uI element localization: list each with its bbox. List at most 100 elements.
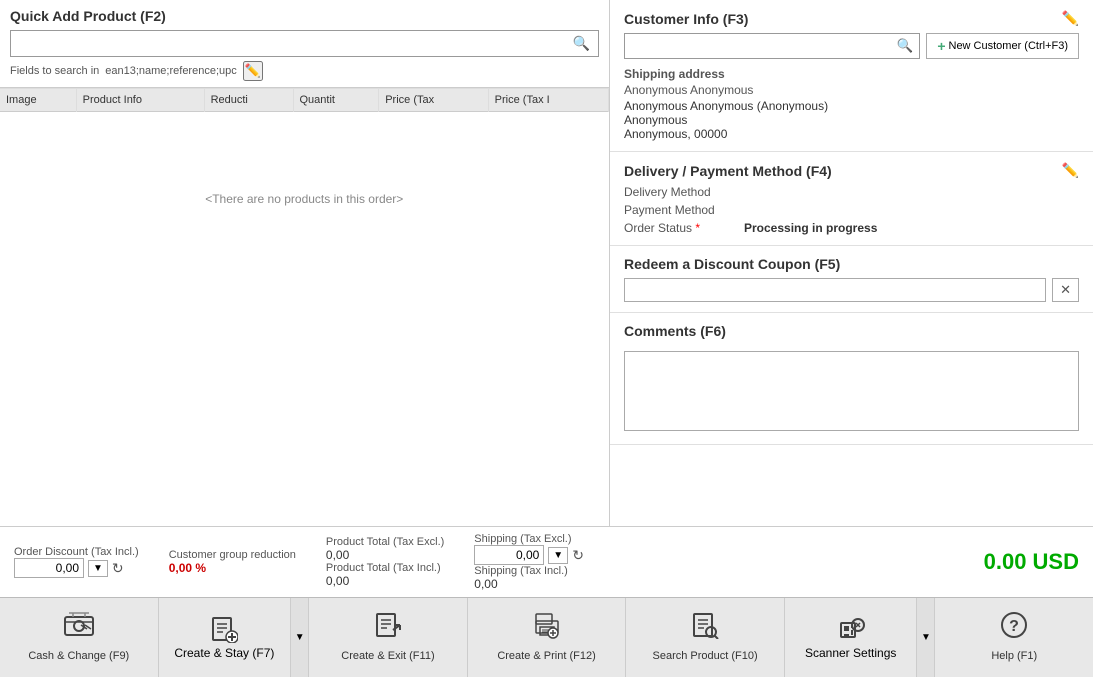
address-line1: Anonymous Anonymous (Anonymous) <box>624 99 1079 113</box>
new-customer-label: New Customer (Ctrl+F3) <box>949 40 1069 52</box>
shipping-excl-unit-btn[interactable]: ▼ <box>548 547 568 564</box>
scanner-settings-icon <box>837 615 865 646</box>
delivery-method-row: Delivery Method <box>624 185 1079 199</box>
create-print-label: Create & Print (F12) <box>497 650 595 663</box>
product-total-excl-value: 0,00 <box>326 548 444 562</box>
comments-title: Comments (F6) <box>624 323 726 339</box>
create-exit-icon <box>374 611 402 646</box>
empty-row: <There are no products in this order> <box>0 112 609 287</box>
col-reduction: Reducti <box>204 89 293 112</box>
fields-row: Fields to search in ean13;name;reference… <box>10 61 599 81</box>
totals-bar: Order Discount (Tax Incl.) ▼ ↻ Customer … <box>0 526 1093 597</box>
empty-message: <There are no products in this order> <box>0 112 609 287</box>
delivery-edit-button[interactable]: ✏️ <box>1062 162 1079 179</box>
product-search-row: 🔍 <box>10 30 599 57</box>
customer-section: Customer Info (F3) ✏️ 🔍 + New Customer (… <box>610 0 1093 152</box>
right-panel: Customer Info (F3) ✏️ 🔍 + New Customer (… <box>610 0 1093 526</box>
address-line2: Anonymous <box>624 113 1079 127</box>
create-print-icon <box>533 611 561 646</box>
order-discount-item: Order Discount (Tax Incl.) ▼ ↻ <box>14 546 139 578</box>
discount-clear-button[interactable]: ✕ <box>1052 278 1079 302</box>
customer-search-input[interactable] <box>625 34 891 58</box>
order-discount-refresh-btn[interactable]: ↻ <box>112 560 124 577</box>
customer-group-value: 0,00 % <box>169 561 296 575</box>
discount-section: Redeem a Discount Coupon (F5) ✕ <box>610 246 1093 313</box>
scanner-settings-split-btn: Scanner Settings ▼ <box>785 598 936 677</box>
order-status-label: Order Status * <box>624 221 744 235</box>
product-search-input[interactable] <box>11 32 565 55</box>
order-discount-unit-btn[interactable]: ▼ <box>88 560 108 577</box>
fields-edit-button[interactable]: ✏️ <box>243 61 263 81</box>
search-product-icon <box>691 611 719 646</box>
create-exit-label: Create & Exit (F11) <box>341 650 434 663</box>
delivery-section: Delivery / Payment Method (F4) ✏️ Delive… <box>610 152 1093 246</box>
shipping-item: Shipping (Tax Excl.) ▼ ↻ Shipping (Tax I… <box>474 533 584 591</box>
toolbar: Cash & Change (F9) Create & Stay (F7) ▼ <box>0 597 1093 677</box>
left-panel: Quick Add Product (F2) 🔍 Fields to searc… <box>0 0 610 526</box>
plus-icon: + <box>937 38 945 54</box>
fields-value: ean13;name;reference;upc <box>105 65 236 77</box>
cash-change-label: Cash & Change (F9) <box>28 650 129 663</box>
cash-change-button[interactable]: Cash & Change (F9) <box>0 598 159 677</box>
create-print-button[interactable]: Create & Print (F12) <box>468 598 627 677</box>
grand-total: 0.00 USD <box>984 549 1079 575</box>
new-customer-button[interactable]: + New Customer (Ctrl+F3) <box>926 33 1079 59</box>
shipping-customer-name: Anonymous Anonymous <box>624 83 1079 97</box>
order-discount-label: Order Discount (Tax Incl.) <box>14 546 139 558</box>
order-discount-input[interactable] <box>14 558 84 578</box>
customer-group-label: Customer group reduction <box>169 549 296 561</box>
scanner-settings-label: Scanner Settings <box>805 646 896 660</box>
col-product-info: Product Info <box>76 89 204 112</box>
shipping-info: Shipping address Anonymous Anonymous Ano… <box>624 67 1079 141</box>
customer-edit-button[interactable]: ✏️ <box>1062 10 1079 27</box>
customer-search-button[interactable]: 🔍 <box>891 34 920 58</box>
discount-row: ✕ <box>624 278 1079 302</box>
address-line3: Anonymous, 00000 <box>624 127 1079 141</box>
shipping-excl-input-row: ▼ ↻ <box>474 545 584 565</box>
delivery-section-header: Delivery / Payment Method (F4) ✏️ <box>624 162 1079 179</box>
customer-search-box: 🔍 <box>624 33 920 59</box>
discount-coupon-select[interactable] <box>624 278 1046 302</box>
create-stay-button[interactable]: Create & Stay (F7) <box>159 598 291 677</box>
col-price-incl: Price (Tax I <box>488 89 608 112</box>
product-search-button[interactable]: 🔍 <box>565 31 598 56</box>
customer-group-item: Customer group reduction 0,00 % <box>169 549 296 575</box>
product-table: Image Product Info Reducti Quantit Price… <box>0 89 609 286</box>
delivery-title: Delivery / Payment Method (F4) <box>624 163 832 179</box>
fields-label: Fields to search in <box>10 65 99 77</box>
shipping-excl-label: Shipping (Tax Excl.) <box>474 533 584 545</box>
delivery-method-label: Delivery Method <box>624 185 744 199</box>
cash-change-icon <box>63 611 95 646</box>
order-status-label-text: Order Status <box>624 221 692 235</box>
create-stay-dropdown-arrow[interactable]: ▼ <box>290 598 308 677</box>
col-quantity: Quantit <box>293 89 379 112</box>
col-price-excl: Price (Tax <box>379 89 488 112</box>
create-stay-label: Create & Stay (F7) <box>174 646 274 660</box>
customer-title: Customer Info (F3) <box>624 11 748 27</box>
discount-title: Redeem a Discount Coupon (F5) <box>624 256 840 272</box>
comments-textarea[interactable] <box>624 351 1079 431</box>
shipping-address-label: Shipping address <box>624 67 1079 81</box>
shipping-refresh-btn[interactable]: ↻ <box>572 547 584 564</box>
quick-add-title: Quick Add Product (F2) <box>10 8 599 24</box>
shipping-incl-label: Shipping (Tax Incl.) <box>474 565 584 577</box>
scanner-settings-button[interactable]: Scanner Settings <box>785 598 917 677</box>
help-icon: ? <box>1000 611 1028 646</box>
order-status-row: Order Status * Processing in progress <box>624 221 1079 235</box>
create-exit-button[interactable]: Create & Exit (F11) <box>309 598 468 677</box>
payment-method-row: Payment Method <box>624 203 1079 217</box>
create-stay-icon <box>210 615 238 646</box>
shipping-excl-input[interactable] <box>474 545 544 565</box>
product-total-excl-item: Product Total (Tax Excl.) 0,00 Product T… <box>326 536 444 588</box>
product-total-incl-label: Product Total (Tax Incl.) <box>326 562 444 574</box>
search-product-button[interactable]: Search Product (F10) <box>626 598 785 677</box>
order-discount-input-row: ▼ ↻ <box>14 558 139 578</box>
product-table-wrap: Image Product Info Reducti Quantit Price… <box>0 88 609 526</box>
product-total-excl-label: Product Total (Tax Excl.) <box>326 536 444 548</box>
help-button[interactable]: ? Help (F1) <box>935 598 1093 677</box>
customer-section-header: Customer Info (F3) ✏️ <box>624 10 1079 27</box>
svg-text:?: ? <box>1009 618 1019 635</box>
scanner-dropdown-arrow[interactable]: ▼ <box>916 598 934 677</box>
product-total-incl-value: 0,00 <box>326 574 444 588</box>
search-product-label: Search Product (F10) <box>653 650 758 663</box>
